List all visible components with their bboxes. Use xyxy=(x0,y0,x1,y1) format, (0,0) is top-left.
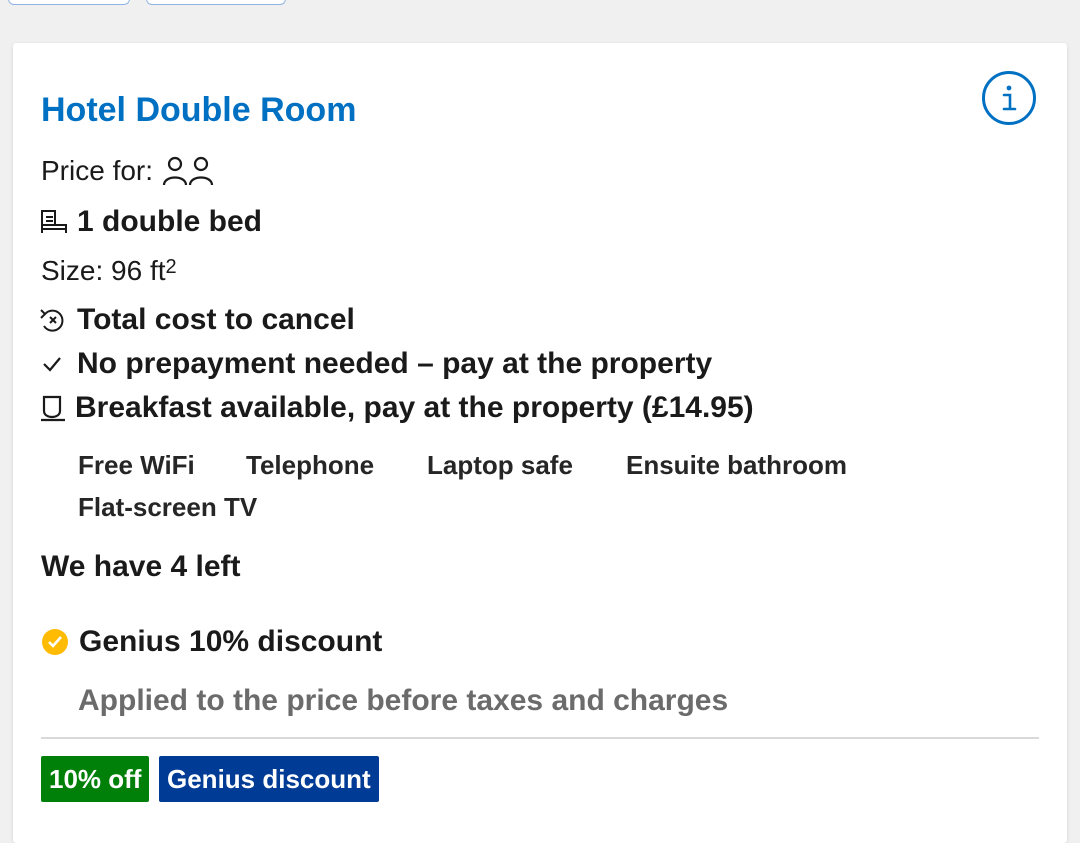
prepayment-rest-text: – pay at the property xyxy=(408,347,713,380)
genius-note: Applied to the price before taxes and ch… xyxy=(78,684,729,717)
cancel-row: Total cost to cancel xyxy=(39,303,355,337)
cancel-clock-icon xyxy=(39,306,67,334)
coffee-cup-icon xyxy=(39,393,67,423)
genius-check-icon xyxy=(41,628,69,656)
room-card: Hotel Double Room Price for: 1 double be… xyxy=(13,43,1067,843)
room-title[interactable]: Hotel Double Room xyxy=(41,91,356,130)
info-button[interactable] xyxy=(982,71,1036,125)
genius-title: Genius 10% discount xyxy=(79,625,383,658)
size-text: Size: 96 ft xyxy=(41,255,166,286)
size-row: Size: 96 ft 2 xyxy=(41,255,177,286)
availability-text: We have 4 left xyxy=(41,550,241,583)
bed-row: 1 double bed xyxy=(39,205,262,239)
top-button-right[interactable] xyxy=(146,0,286,5)
genius-badge: Genius discount xyxy=(159,756,379,802)
bed-text: 1 double bed xyxy=(77,205,263,238)
facility-item: Telephone xyxy=(246,450,375,480)
breakfast-text: Breakfast available, pay at the property… xyxy=(75,391,754,424)
prepayment-row: No prepayment needed – pay at the proper… xyxy=(41,347,712,381)
discount-badge: 10% off xyxy=(41,756,150,802)
divider xyxy=(41,737,1039,739)
facility-item: Laptop safe xyxy=(427,450,573,480)
facility-item: Flat-screen TV xyxy=(78,492,258,522)
check-icon xyxy=(41,353,63,375)
prepayment-bold-text: No prepayment needed xyxy=(77,347,409,380)
facility-item: Ensuite bathroom xyxy=(626,450,848,480)
genius-row: Genius 10% discount xyxy=(41,625,382,659)
cancel-text: Total cost to cancel xyxy=(77,303,355,336)
price-for-row: Price for: xyxy=(41,155,215,187)
bed-icon xyxy=(39,207,69,237)
price-for-label: Price for: xyxy=(41,155,154,186)
two-guests-icon xyxy=(161,155,215,187)
info-icon xyxy=(1002,85,1017,111)
facility-item: Free WiFi xyxy=(78,450,195,480)
top-button-left[interactable] xyxy=(8,0,130,5)
breakfast-row: Breakfast available, pay at the property… xyxy=(39,391,754,425)
